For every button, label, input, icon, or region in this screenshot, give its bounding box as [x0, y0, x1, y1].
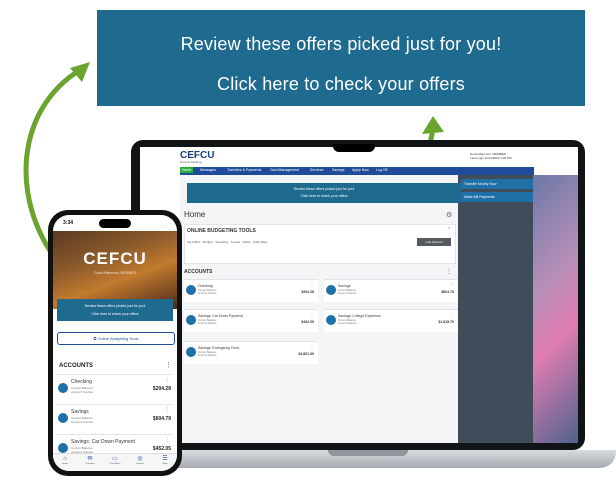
more-vertical-icon[interactable]: ⋮ — [310, 344, 314, 349]
phone-greeting: Good Afternoon, MEMBER — [94, 271, 136, 275]
home-icon: ⌂ — [63, 456, 67, 462]
more-vertical-icon[interactable]: ⋮ — [310, 312, 314, 317]
desktop-offer-banner[interactable]: Review these offers picked just for you!… — [187, 183, 461, 203]
cefcu-account-icon — [186, 315, 196, 325]
banner-line-1: Review these offers picked just for you! — [180, 34, 502, 54]
sidebar-bill-payments[interactable]: Make Bill Payments — [461, 192, 536, 202]
hero-image — [53, 231, 177, 309]
offers-banner[interactable]: Review these offers picked just for you!… — [97, 10, 585, 106]
more-vertical-icon[interactable]: ⋮ — [165, 377, 170, 383]
tab-deposit[interactable]: ◎ Deposit — [128, 456, 152, 466]
desktop-greeting: Good Afternoon, MEMBER Last Login 11/14/… — [470, 152, 512, 160]
cefcu-account-icon — [326, 315, 336, 325]
account-card[interactable]: Checking Current Balance Account Number $… — [184, 279, 318, 302]
account-card[interactable]: Savings: College Expenses Current Balanc… — [324, 309, 458, 332]
phone-logo: CEFCU — [83, 249, 147, 268]
desktop-sidebar: Transfer Money Now Make Bill Payments — [458, 175, 578, 443]
cefcu-account-icon — [58, 413, 68, 423]
account-card[interactable]: Savings Current Balance Account Number $6… — [324, 279, 458, 302]
phone-screen: 3:34 CEFCU Good Afternoon, MEMBER Review… — [53, 215, 177, 471]
laptop-base — [118, 450, 616, 468]
menu-icon: ☰ — [162, 456, 168, 462]
cefcu-account-icon — [186, 347, 196, 357]
nav-home[interactable]: Home — [180, 167, 194, 173]
banner-line-2[interactable]: Click here to check your offers — [97, 74, 585, 95]
deposit-icon: ◎ — [137, 456, 143, 462]
nav-card-management[interactable]: Card Management — [270, 168, 299, 172]
building-photo — [533, 175, 578, 443]
transfer-icon: ✉ — [87, 456, 93, 462]
cefcu-account-icon — [58, 383, 68, 393]
home-title: Home — [184, 210, 206, 219]
tab-transfers[interactable]: ✉ Transfers — [78, 456, 102, 466]
desktop-offer-line-2[interactable]: Click here to check your offers — [187, 193, 461, 200]
chevron-up-icon[interactable]: ⌃ — [447, 227, 451, 233]
tab-card-management[interactable]: ▭ Card Mgmt — [103, 456, 127, 466]
more-vertical-icon[interactable]: ⋮ — [446, 268, 452, 275]
desktop-nav: Home Messages Transfers & Payments Card … — [180, 167, 534, 175]
budgeting-tools-links[interactable]: Set Filters · Budget · Spending · Trends… — [187, 240, 267, 244]
accounts-title: ACCOUNTS — [184, 269, 213, 275]
nav-transfers[interactable]: Transfers & Payments — [227, 168, 262, 172]
budgeting-tools-button[interactable]: ⧉ Online Budgeting Tools — [57, 332, 175, 345]
more-vertical-icon[interactable]: ⋮ — [165, 407, 170, 413]
account-row[interactable]: Savings Current Balance Account Number $6… — [57, 404, 173, 433]
nav-messages[interactable]: Messages — [200, 168, 216, 172]
more-vertical-icon[interactable]: ⋮ — [450, 312, 454, 317]
cefcu-account-icon — [186, 285, 196, 295]
cefcu-account-icon — [58, 443, 68, 453]
tab-more[interactable]: ☰ More — [153, 456, 177, 466]
laptop-notch — [333, 144, 375, 152]
tab-home[interactable]: ⌂ Home — [53, 456, 77, 466]
more-vertical-icon[interactable]: ⋮ — [165, 437, 170, 443]
desktop-logo-tagline: Not just banking — [180, 160, 202, 164]
budgeting-tools-panel: ONLINE BUDGETING TOOLS ⌃ Set Filters · B… — [184, 224, 456, 264]
nav-log-off[interactable]: Log Off — [376, 168, 387, 172]
desktop-offer-line-1: Review these offers picked just for you! — [293, 187, 355, 191]
nav-services[interactable]: Services — [310, 168, 323, 172]
account-row[interactable]: Checking Current Balance Account Number $… — [57, 374, 173, 403]
account-card[interactable]: Savings: Car Down Payment Current Balanc… — [184, 309, 318, 332]
cefcu-account-icon — [326, 285, 336, 295]
more-vertical-icon[interactable]: ⋮ — [450, 282, 454, 287]
phone-offer-line-1: Review these offers picked just for you! — [84, 304, 146, 308]
sidebar-transfer-money[interactable]: Transfer Money Now — [461, 179, 536, 189]
nav-apply-now[interactable]: Apply Now — [352, 168, 369, 172]
phone-accounts-title: ACCOUNTS — [59, 363, 93, 369]
phone-offer-banner[interactable]: Review these offers picked just for you!… — [57, 299, 173, 321]
bottom-tab-bar: ⌂ Home ✉ Transfers ▭ Card Mgmt ◎ Deposit ☰ Mo… — [53, 453, 177, 471]
budgeting-tools-title: ONLINE BUDGETING TOOLS — [187, 228, 256, 234]
dynamic-island — [99, 219, 131, 228]
gear-icon[interactable]: ⚙ — [446, 211, 452, 219]
phone-offer-line-2[interactable]: Click here to check your offers — [57, 310, 173, 318]
more-vertical-icon[interactable]: ⋮ — [310, 282, 314, 287]
status-time: 3:34 — [63, 220, 74, 226]
account-card[interactable]: Savings: Emergency Fund Current Balance A… — [184, 341, 318, 364]
more-vertical-icon[interactable]: ⋮ — [165, 361, 172, 369]
laptop-screen: CEFCU Not just banking Good Afternoon, M… — [140, 147, 578, 443]
card-icon: ▭ — [112, 456, 118, 462]
nav-savings[interactable]: Savings — [332, 168, 344, 172]
link-account-button[interactable]: Link Account — [417, 238, 451, 246]
